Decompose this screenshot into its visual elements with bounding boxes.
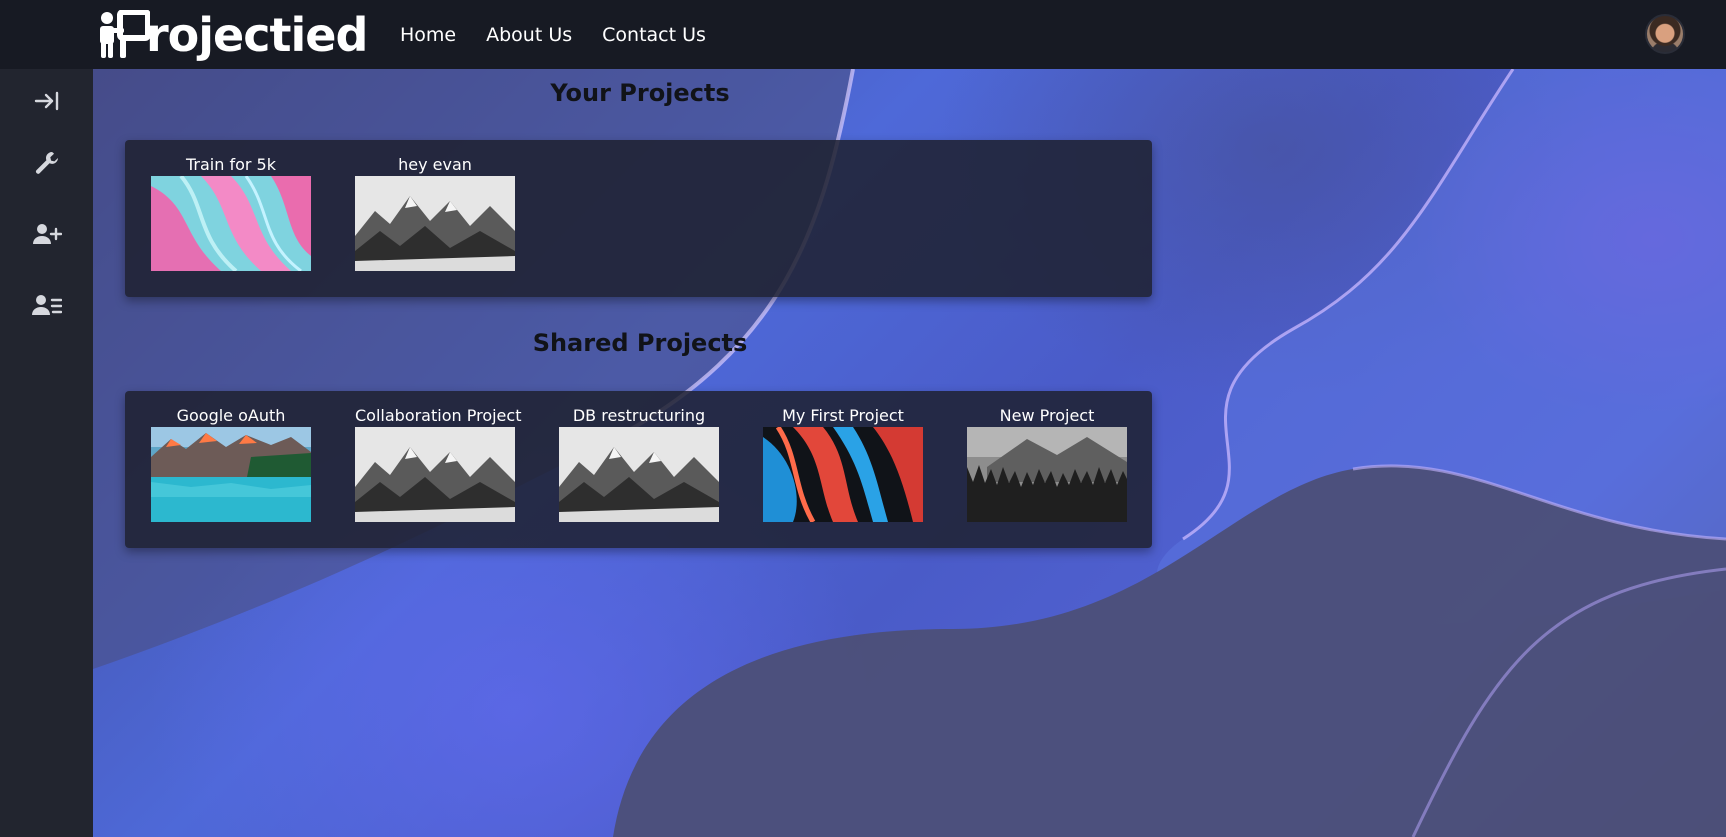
red-blue-fluid-art-thumbnail bbox=[763, 427, 923, 522]
shared-projects-panel: Google oAuth Collaboration Project DB re… bbox=[125, 391, 1152, 548]
your-projects-panel: Train for 5k hey evan bbox=[125, 140, 1152, 297]
grayscale-mountains-thumbnail bbox=[355, 176, 515, 271]
sidebar-user-list-button[interactable] bbox=[0, 281, 93, 329]
grayscale-forest-thumbnail bbox=[967, 427, 1127, 522]
nav-about-us[interactable]: About Us bbox=[486, 24, 572, 46]
main-content: Your Projects Train for 5k hey evan Shar… bbox=[93, 69, 1726, 837]
project-card-title: Collaboration Project bbox=[355, 406, 522, 425]
person-board-icon bbox=[100, 10, 150, 58]
user-list-icon bbox=[31, 295, 62, 315]
nav-contact-us[interactable]: Contact Us bbox=[602, 24, 706, 46]
main-nav: Home About Us Contact Us bbox=[400, 0, 706, 69]
project-card[interactable]: New Project bbox=[967, 405, 1127, 522]
wrench-icon bbox=[35, 151, 58, 174]
project-card[interactable]: My First Project bbox=[763, 405, 923, 522]
project-card[interactable]: Google oAuth bbox=[151, 405, 311, 522]
project-card[interactable]: Train for 5k bbox=[151, 154, 311, 271]
project-card[interactable]: Collaboration Project bbox=[355, 405, 522, 522]
project-card-title: New Project bbox=[999, 406, 1095, 425]
project-card[interactable]: hey evan bbox=[355, 154, 515, 271]
mountain-lake-thumbnail bbox=[151, 427, 311, 522]
pink-teal-fluid-art-thumbnail bbox=[151, 176, 311, 271]
project-card-title: Google oAuth bbox=[176, 406, 286, 425]
user-plus-icon bbox=[32, 224, 62, 244]
logo-text: rojectied bbox=[146, 8, 368, 62]
sidebar-expand-button[interactable] bbox=[0, 77, 93, 125]
grayscale-mountains-thumbnail bbox=[355, 427, 515, 522]
project-card[interactable]: DB restructuring bbox=[559, 405, 719, 522]
nav-home[interactable]: Home bbox=[400, 24, 456, 46]
avatar[interactable] bbox=[1645, 14, 1685, 54]
project-card-title: My First Project bbox=[782, 406, 904, 425]
project-card-title: DB restructuring bbox=[572, 406, 706, 425]
project-card-title: Train for 5k bbox=[185, 155, 276, 174]
sidebar-add-user-button[interactable] bbox=[0, 210, 93, 258]
grayscale-mountains-thumbnail bbox=[559, 427, 719, 522]
arrow-right-to-bar-icon bbox=[34, 91, 58, 111]
your-projects-title: Your Projects bbox=[550, 79, 730, 107]
sidebar bbox=[0, 69, 93, 837]
project-card-title: hey evan bbox=[398, 155, 472, 174]
sidebar-tools-button[interactable] bbox=[0, 139, 93, 187]
logo[interactable]: rojectied bbox=[98, 8, 368, 62]
shared-projects-title: Shared Projects bbox=[532, 329, 748, 357]
top-navbar: rojectied Home About Us Contact Us bbox=[0, 0, 1726, 69]
